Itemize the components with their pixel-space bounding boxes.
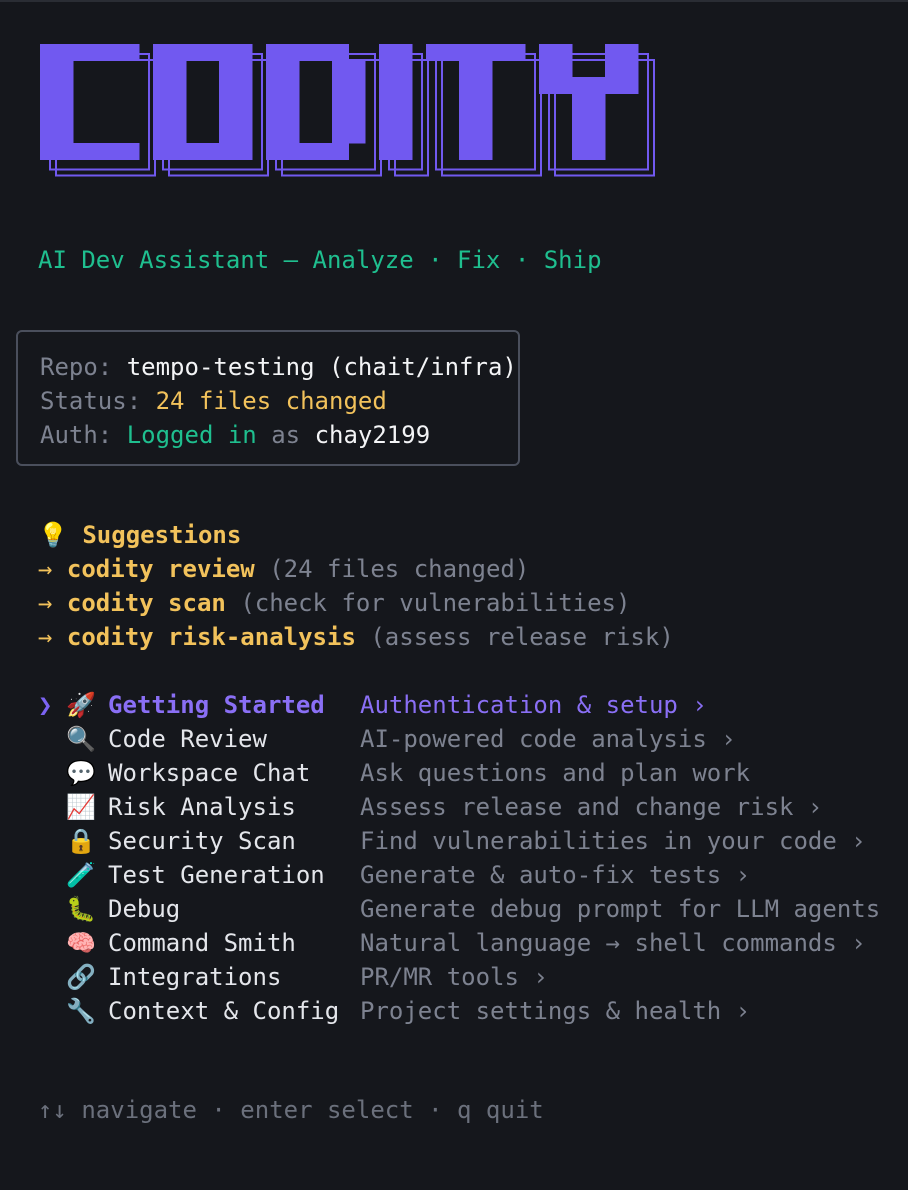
menu-item-label: Command Smith <box>108 929 296 957</box>
suggestion-note: (24 files changed) <box>269 555 530 583</box>
link-icon: 🔗 <box>66 963 96 991</box>
menu-item[interactable]: 💬 Workspace Chat Ask questions and plan wo… <box>38 756 898 790</box>
suggestion-item[interactable]: → codity risk-analysis (assess release r… <box>38 620 674 654</box>
menu-item[interactable]: 🔧 Context & Config Project settings & heal… <box>38 994 898 1028</box>
status-value: 24 files changed <box>155 387 387 415</box>
suggestions-header: 💡 Suggestions <box>38 518 674 552</box>
suggestion-note: (check for vulnerabilities) <box>240 589 631 617</box>
menu-item-description: Assess release and change risk › <box>360 793 823 821</box>
keybinding-help: ↑↓ navigate · enter select · q quit <box>38 1096 544 1124</box>
repo-info-panel: Repo: tempo-testing (chait/infra) Status… <box>16 330 520 466</box>
menu-item[interactable]: 🔗 Integrations PR/MR tools › <box>38 960 898 994</box>
menu-item-label: Risk Analysis <box>108 793 296 821</box>
menu-item-description: Ask questions and plan work <box>360 759 751 787</box>
bug-icon: 🐛 <box>66 895 96 923</box>
chart-up-icon: 📈 <box>66 793 96 821</box>
menu-item-description: PR/MR tools › <box>360 963 548 991</box>
menu-item-label: Getting Started <box>108 691 325 719</box>
menu-item-label: Workspace Chat <box>108 759 311 787</box>
auth-line: Auth: Logged in as chay2199 <box>40 418 518 452</box>
magnifier-icon: 🔍 <box>66 725 96 753</box>
tagline: AI Dev Assistant — Analyze · Fix · Ship <box>38 246 602 274</box>
suggestion-command: codity risk-analysis <box>66 623 356 651</box>
menu-item-description: Project settings & health › <box>360 997 751 1025</box>
suggestion-command: codity scan <box>66 589 226 617</box>
menu-item-description: Natural language → shell commands › <box>360 929 866 957</box>
wrench-icon: 🔧 <box>66 997 96 1025</box>
menu-item[interactable]: 🔍 Code Review AI-powered code analysis › <box>38 722 898 756</box>
menu-item[interactable]: 🧪 Test Generation Generate & auto-fix test… <box>38 858 898 892</box>
menu-item-description: Authentication & setup › <box>360 691 707 719</box>
arrow-right-icon: → <box>38 589 53 617</box>
repo-line: Repo: tempo-testing (chait/infra) <box>40 350 518 384</box>
lock-icon: 🔒 <box>66 827 96 855</box>
suggestions-title: Suggestions <box>82 521 242 549</box>
rocket-icon: 🚀 <box>66 691 96 719</box>
status-label: Status: <box>40 387 142 415</box>
auth-as: as <box>271 421 301 449</box>
menu-item-label: Context & Config <box>108 997 340 1025</box>
menu-item[interactable]: 🧠 Command Smith Natural language → shell c… <box>38 926 898 960</box>
main-menu: ❯ 🚀 Getting Started Authentication & setup … <box>38 688 898 1028</box>
status-line: Status: 24 files changed <box>40 384 518 418</box>
test-tube-icon: 🧪 <box>66 861 96 889</box>
repo-label: Repo: <box>40 353 113 381</box>
menu-item[interactable]: 📈 Risk Analysis Assess release and change … <box>38 790 898 824</box>
arrow-right-icon: → <box>38 555 53 583</box>
menu-item-description: Find vulnerabilities in your code › <box>360 827 866 855</box>
menu-item[interactable]: 🔒 Security Scan Find vulnerabilities in yo… <box>38 824 898 858</box>
speech-bubble-icon: 💬 <box>66 759 96 787</box>
repo-name: tempo-testing <box>126 353 315 381</box>
auth-user: chay2199 <box>314 421 431 449</box>
menu-item-description: Generate & auto-fix tests › <box>360 861 751 889</box>
auth-status: Logged in <box>126 421 257 449</box>
suggestion-item[interactable]: → codity scan (check for vulnerabilities… <box>38 586 674 620</box>
repo-owner: (chait/infra) <box>329 353 517 381</box>
menu-item-label: Security Scan <box>108 827 296 855</box>
suggestion-item[interactable]: → codity review (24 files changed) <box>38 552 674 586</box>
menu-item-label: Debug <box>108 895 181 923</box>
suggestion-note: (assess release risk) <box>370 623 674 651</box>
suggestion-command: codity review <box>66 555 255 583</box>
lightbulb-icon: 💡 <box>38 521 68 549</box>
menu-item[interactable]: ❯ 🚀 Getting Started Authentication & setup … <box>38 688 898 722</box>
menu-item-description: AI-powered code analysis › <box>360 725 736 753</box>
auth-label: Auth: <box>40 421 113 449</box>
selection-caret-icon: ❯ <box>38 691 53 719</box>
menu-item-label: Test Generation <box>108 861 325 889</box>
brain-icon: 🧠 <box>66 929 96 957</box>
menu-item[interactable]: 🐛 Debug Generate debug prompt for LLM agen… <box>38 892 898 926</box>
codity-logo <box>40 44 655 177</box>
menu-item-description: Generate debug prompt for LLM agents <box>360 895 881 923</box>
menu-item-label: Integrations <box>108 963 282 991</box>
arrow-right-icon: → <box>38 623 53 651</box>
suggestions-section: 💡 Suggestions → codity review (24 files … <box>38 518 674 654</box>
menu-item-label: Code Review <box>108 725 267 753</box>
